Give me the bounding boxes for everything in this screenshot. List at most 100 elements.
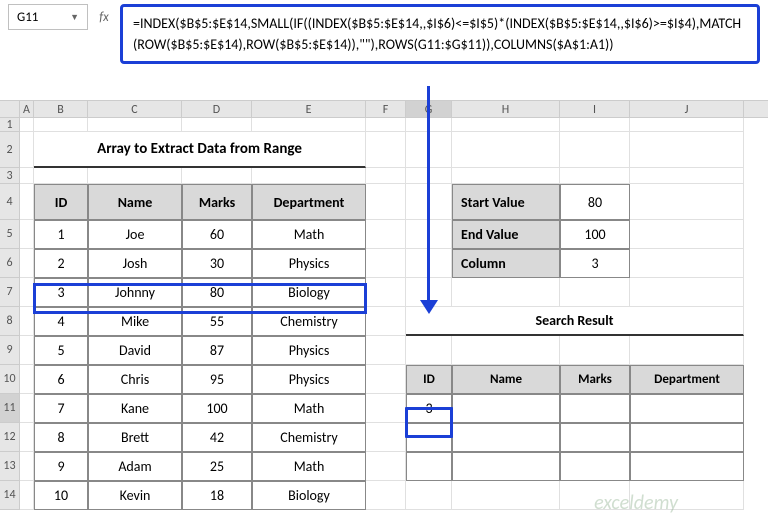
col-header-F[interactable]: F: [366, 101, 406, 117]
result-row[interactable]: [630, 452, 744, 481]
param-start-value[interactable]: 80: [560, 184, 630, 220]
row-header-9[interactable]: 9: [0, 336, 20, 365]
table-row[interactable]: Chemistry: [252, 423, 366, 452]
table-row[interactable]: Physics: [252, 336, 366, 365]
table-title: Array to Extract Data from Range: [34, 132, 366, 168]
formula-text: =INDEX($B$5:$E$14,SMALL(IF((INDEX($B$5:$…: [133, 15, 741, 53]
table-row[interactable]: 5: [34, 336, 88, 365]
result-row[interactable]: [630, 394, 744, 423]
name-box[interactable]: G11 ▼: [8, 4, 88, 30]
col-header-B[interactable]: B: [34, 101, 88, 117]
table-row[interactable]: 80: [182, 278, 252, 307]
table-row[interactable]: Josh: [88, 249, 182, 278]
result-row[interactable]: [406, 423, 452, 452]
table-row[interactable]: Mike: [88, 307, 182, 336]
table-row[interactable]: 55: [182, 307, 252, 336]
param-start-label: Start Value: [452, 184, 560, 220]
header-name: Name: [88, 184, 182, 220]
select-all-corner[interactable]: [0, 101, 20, 117]
table-row[interactable]: 30: [182, 249, 252, 278]
row-header-12[interactable]: 12: [0, 423, 20, 452]
column-headers: A B C D E F G H I J: [0, 100, 768, 118]
table-row[interactable]: 7: [34, 394, 88, 423]
result-header-marks: Marks: [560, 365, 630, 394]
arrow-annotation: [412, 86, 442, 318]
result-row[interactable]: [452, 423, 560, 452]
row-header-4[interactable]: 4: [0, 184, 20, 220]
table-row[interactable]: David: [88, 336, 182, 365]
col-header-D[interactable]: D: [182, 101, 252, 117]
table-row[interactable]: 18: [182, 481, 252, 510]
table-row[interactable]: Math: [252, 452, 366, 481]
table-row[interactable]: Math: [252, 394, 366, 423]
param-end-value[interactable]: 100: [560, 220, 630, 249]
result-row[interactable]: [560, 423, 630, 452]
param-end-label: End Value: [452, 220, 560, 249]
table-row[interactable]: 2: [34, 249, 88, 278]
table-row[interactable]: 3: [34, 278, 88, 307]
result-row[interactable]: [630, 423, 744, 452]
table-row[interactable]: Physics: [252, 249, 366, 278]
table-row[interactable]: Biology: [252, 278, 366, 307]
active-cell-G11[interactable]: 3: [406, 394, 452, 423]
row-header-6[interactable]: 6: [0, 249, 20, 278]
table-row[interactable]: Kevin: [88, 481, 182, 510]
col-header-I[interactable]: I: [560, 101, 630, 117]
table-row[interactable]: 6: [34, 365, 88, 394]
table-row[interactable]: Adam: [88, 452, 182, 481]
param-col-value[interactable]: 3: [560, 249, 630, 278]
row-header-10[interactable]: 10: [0, 365, 20, 394]
table-row[interactable]: Biology: [252, 481, 366, 510]
result-header-id: ID: [406, 365, 452, 394]
table-row[interactable]: Chemistry: [252, 307, 366, 336]
col-header-E[interactable]: E: [252, 101, 366, 117]
table-row[interactable]: 87: [182, 336, 252, 365]
table-row[interactable]: 42: [182, 423, 252, 452]
row-header-5[interactable]: 5: [0, 220, 20, 249]
row-header-3[interactable]: 3: [0, 168, 20, 184]
result-title: Search Result: [406, 307, 744, 336]
row-header-2[interactable]: 2: [0, 132, 20, 168]
result-row[interactable]: [406, 452, 452, 481]
param-col-label: Column: [452, 249, 560, 278]
table-row[interactable]: Johnny: [88, 278, 182, 307]
col-header-H[interactable]: H: [452, 101, 560, 117]
table-row[interactable]: Chris: [88, 365, 182, 394]
chevron-down-icon[interactable]: ▼: [70, 12, 79, 23]
row-header-14[interactable]: 14: [0, 481, 20, 510]
table-row[interactable]: Kane: [88, 394, 182, 423]
table-row[interactable]: Brett: [88, 423, 182, 452]
result-header-name: Name: [452, 365, 560, 394]
row-header-8[interactable]: 8: [0, 307, 20, 336]
table-row[interactable]: 4: [34, 307, 88, 336]
table-row[interactable]: Physics: [252, 365, 366, 394]
col-header-A[interactable]: A: [20, 101, 34, 117]
table-row[interactable]: 100: [182, 394, 252, 423]
table-row[interactable]: 8: [34, 423, 88, 452]
table-row[interactable]: 10: [34, 481, 88, 510]
cells-area[interactable]: Array to Extract Data from Range ID Name…: [20, 118, 768, 510]
fx-icon[interactable]: fx: [94, 4, 114, 30]
result-row[interactable]: [560, 452, 630, 481]
result-row[interactable]: [452, 394, 560, 423]
formula-bar[interactable]: =INDEX($B$5:$E$14,SMALL(IF((INDEX($B$5:$…: [120, 4, 760, 64]
row-header-11[interactable]: 11: [0, 394, 20, 423]
row-headers: 1 2 3 4 5 6 7 8 9 10 11 12 13 14: [0, 118, 20, 510]
table-row[interactable]: 25: [182, 452, 252, 481]
result-row[interactable]: [452, 452, 560, 481]
table-row[interactable]: Joe: [88, 220, 182, 249]
table-row[interactable]: 1: [34, 220, 88, 249]
row-header-7[interactable]: 7: [0, 278, 20, 307]
header-marks: Marks: [182, 184, 252, 220]
result-row[interactable]: [560, 394, 630, 423]
header-id: ID: [34, 184, 88, 220]
col-header-C[interactable]: C: [88, 101, 182, 117]
col-header-J[interactable]: J: [630, 101, 744, 117]
table-row[interactable]: Math: [252, 220, 366, 249]
row-header-13[interactable]: 13: [0, 452, 20, 481]
result-header-dept: Department: [630, 365, 744, 394]
table-row[interactable]: 60: [182, 220, 252, 249]
table-row[interactable]: 9: [34, 452, 88, 481]
row-header-1[interactable]: 1: [0, 118, 20, 132]
table-row[interactable]: 95: [182, 365, 252, 394]
